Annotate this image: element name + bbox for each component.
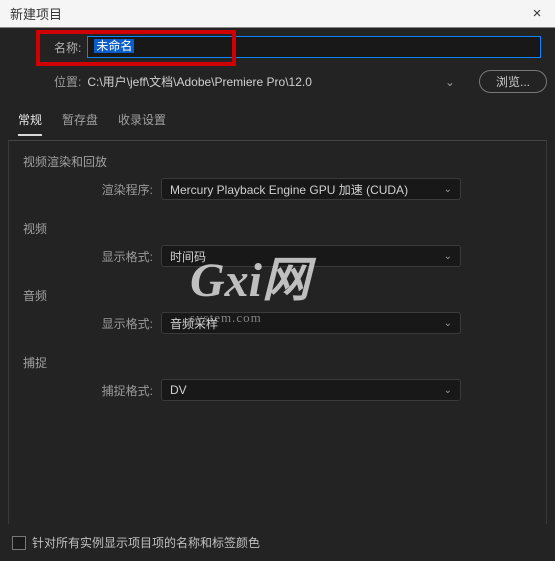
audio-format-dropdown[interactable]: 音频采样 ⌄ — [161, 312, 461, 334]
chevron-down-icon: ⌄ — [444, 385, 452, 396]
renderer-dropdown[interactable]: Mercury Playback Engine GPU 加速 (CUDA) ⌄ — [161, 178, 461, 200]
browse-button[interactable]: 浏览... — [479, 70, 547, 93]
section-render-title: 视频渲染和回放 — [23, 153, 532, 170]
name-input[interactable]: 未命名 — [87, 36, 541, 58]
location-row: 位置: C:\用户\jeff\文档\Adobe\Premiere Pro\12.… — [8, 70, 547, 93]
renderer-field: 渲染程序: Mercury Playback Engine GPU 加速 (CU… — [23, 178, 532, 200]
dialog-content: 名称: 未命名 位置: C:\用户\jeff\文档\Adobe\Premiere… — [0, 28, 555, 561]
location-path-display[interactable]: C:\用户\jeff\文档\Adobe\Premiere Pro\12.0 ⌄ — [87, 73, 479, 90]
location-label: 位置: — [54, 73, 81, 90]
close-icon: × — [533, 5, 542, 22]
renderer-label: 渲染程序: — [23, 181, 153, 198]
video-format-value: 时间码 — [170, 248, 206, 265]
name-input-value: 未命名 — [94, 39, 134, 53]
section-video-title: 视频 — [23, 220, 532, 237]
section-audio: 音频 显示格式: 音频采样 ⌄ — [23, 287, 532, 334]
video-format-dropdown[interactable]: 时间码 ⌄ — [161, 245, 461, 267]
show-names-checkbox-label: 针对所有实例显示项目项的名称和标签颜色 — [32, 534, 260, 551]
section-capture: 捕捉 捕捉格式: DV ⌄ — [23, 354, 532, 401]
section-audio-title: 音频 — [23, 287, 532, 304]
window-title: 新建项目 — [10, 4, 62, 23]
audio-format-field: 显示格式: 音频采样 ⌄ — [23, 312, 532, 334]
tab-ingest-settings[interactable]: 收录设置 — [118, 107, 166, 136]
audio-format-value: 音频采样 — [170, 315, 218, 332]
section-render: 视频渲染和回放 渲染程序: Mercury Playback Engine GP… — [23, 153, 532, 200]
chevron-down-icon: ⌄ — [444, 251, 452, 262]
general-panel: 视频渲染和回放 渲染程序: Mercury Playback Engine GP… — [8, 140, 547, 524]
close-button[interactable]: × — [525, 2, 549, 26]
tabs-bar: 常规 暂存盘 收录设置 — [8, 107, 547, 136]
chevron-down-icon: ⌄ — [445, 75, 455, 89]
new-project-dialog: 新建项目 × 名称: 未命名 位置: C:\用户\jeff\文档\Adobe\P… — [0, 0, 555, 561]
show-names-checkbox-row: 针对所有实例显示项目项的名称和标签颜色 — [8, 524, 547, 561]
capture-format-label: 捕捉格式: — [23, 382, 153, 399]
video-format-field: 显示格式: 时间码 ⌄ — [23, 245, 532, 267]
location-path-text: C:\用户\jeff\文档\Adobe\Premiere Pro\12.0 — [87, 73, 312, 90]
capture-format-dropdown[interactable]: DV ⌄ — [161, 379, 461, 401]
section-capture-title: 捕捉 — [23, 354, 532, 371]
name-label: 名称: — [54, 39, 81, 56]
audio-format-label: 显示格式: — [23, 315, 153, 332]
renderer-value: Mercury Playback Engine GPU 加速 (CUDA) — [170, 181, 408, 198]
titlebar: 新建项目 × — [0, 0, 555, 28]
show-names-checkbox[interactable] — [12, 536, 26, 550]
chevron-down-icon: ⌄ — [444, 184, 452, 195]
capture-format-value: DV — [170, 383, 187, 397]
tab-scratch-disks[interactable]: 暂存盘 — [62, 107, 98, 136]
name-row: 名称: 未命名 — [8, 36, 547, 58]
chevron-down-icon: ⌄ — [444, 318, 452, 329]
video-format-label: 显示格式: — [23, 248, 153, 265]
tab-general[interactable]: 常规 — [18, 107, 42, 136]
capture-format-field: 捕捉格式: DV ⌄ — [23, 379, 532, 401]
section-video: 视频 显示格式: 时间码 ⌄ — [23, 220, 532, 267]
